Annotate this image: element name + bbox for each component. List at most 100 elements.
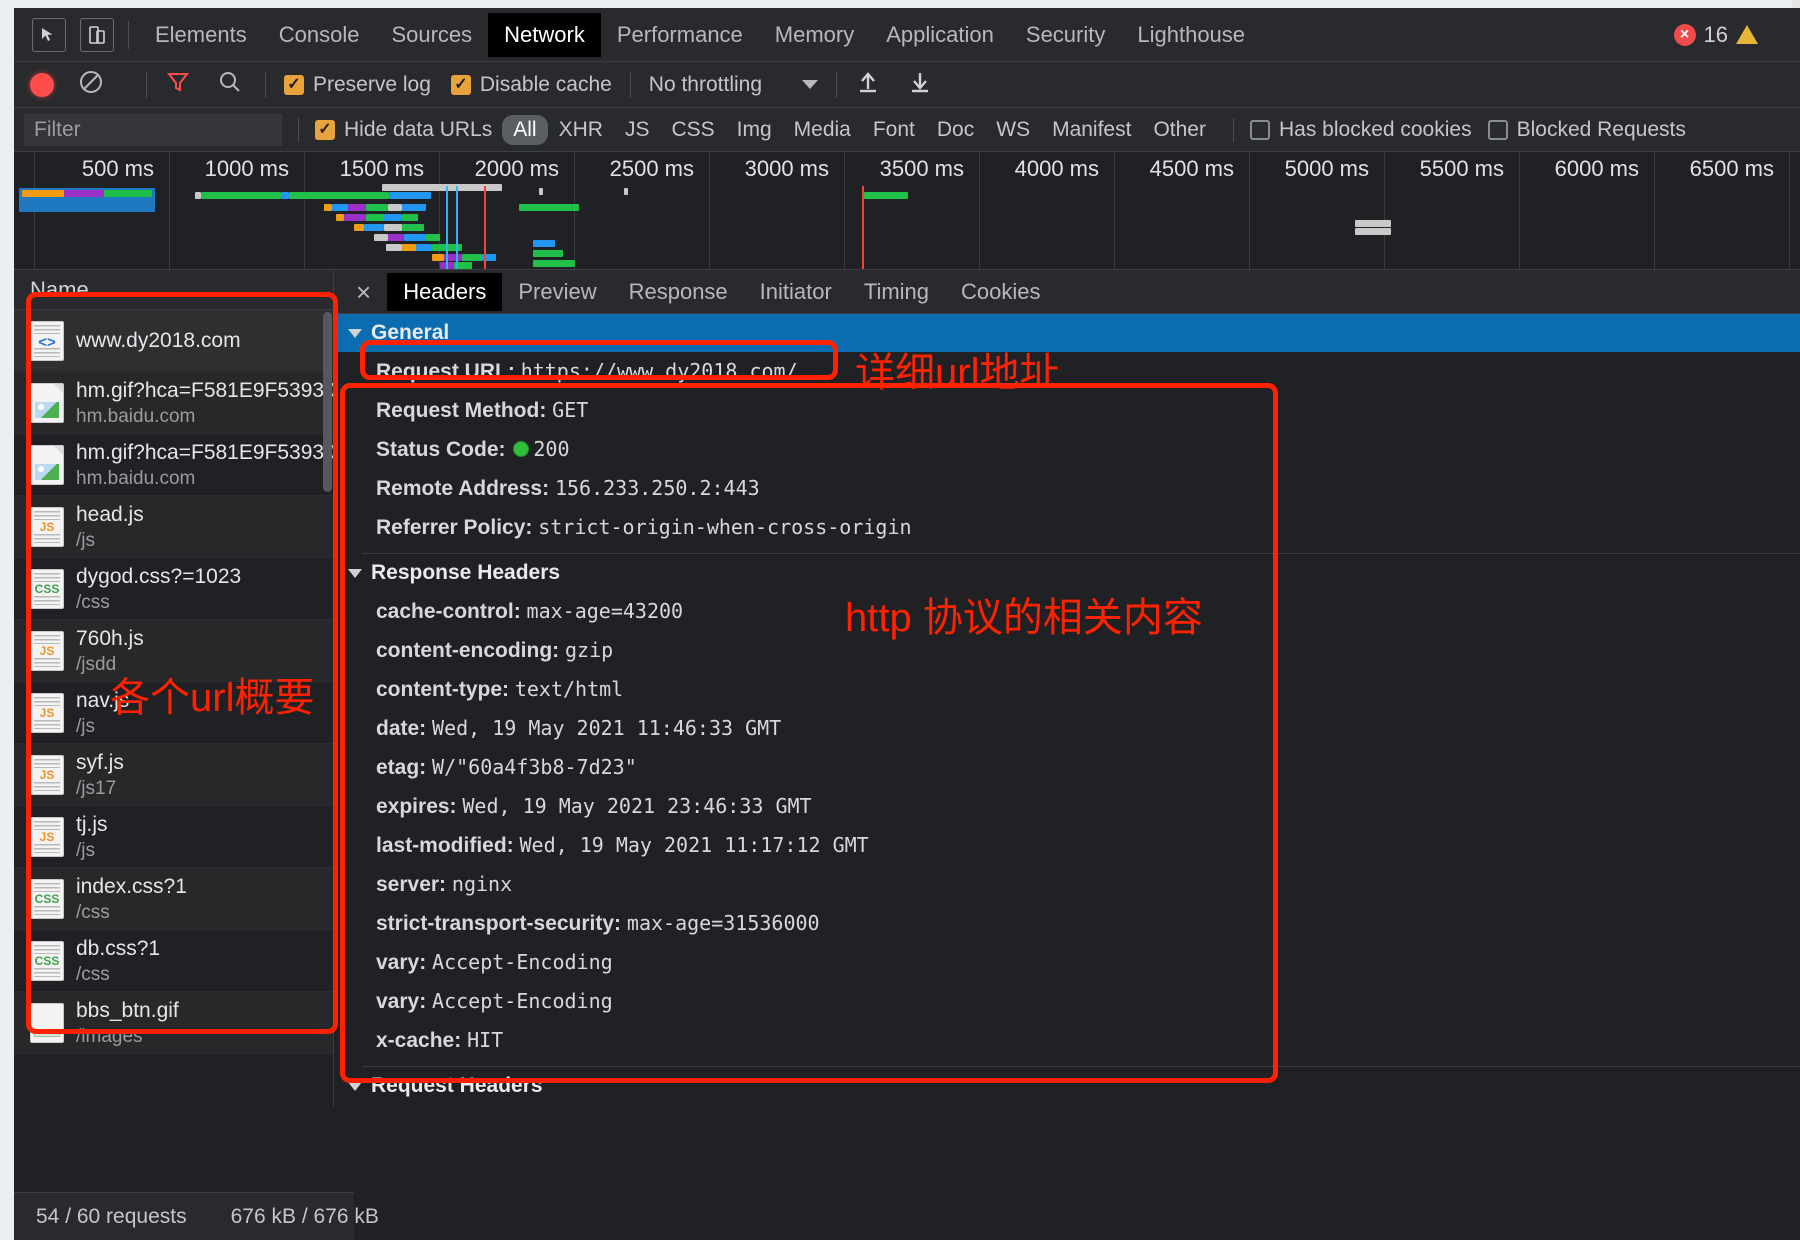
preserve-log-checkbox[interactable]: Preserve log <box>284 73 431 97</box>
tab-timing[interactable]: Timing <box>848 273 945 311</box>
request-path: /js <box>76 714 129 739</box>
column-header-name[interactable]: Name <box>14 270 333 310</box>
search-icon[interactable] <box>217 69 243 100</box>
css-icon: CSS <box>30 569 64 609</box>
section-response-headers[interactable]: Response Headers <box>334 554 1800 592</box>
type-filter-media[interactable]: Media <box>783 115 862 145</box>
type-filter-css[interactable]: CSS <box>660 115 725 145</box>
tab-cookies[interactable]: Cookies <box>945 273 1056 311</box>
request-path: hm.baidu.com <box>76 404 333 429</box>
tab-network[interactable]: Network <box>488 13 601 57</box>
request-name: index.css?1 <box>76 873 187 900</box>
request-name: syf.js <box>76 749 124 776</box>
tab-application[interactable]: Application <box>870 13 1010 57</box>
overview-tick-4: 2500 ms <box>610 156 704 182</box>
filter-icon[interactable] <box>165 69 191 100</box>
type-filter-ws[interactable]: WS <box>985 115 1041 145</box>
tab-sources[interactable]: Sources <box>375 13 488 57</box>
general-status-code: Status Code: 200 <box>334 430 1800 469</box>
tab-lighthouse[interactable]: Lighthouse <box>1121 13 1261 57</box>
import-har-icon[interactable] <box>855 69 881 100</box>
filter-input[interactable] <box>24 114 282 146</box>
header-row: strict-transport-security: max-age=31536… <box>334 904 1800 943</box>
table-row[interactable]: CSS dygod.css?=1023 /css <box>14 558 333 620</box>
filter-divider-2 <box>1233 118 1234 142</box>
request-path: /images <box>76 1024 179 1049</box>
image-icon <box>30 445 64 485</box>
checkbox-unchecked-icon <box>1250 120 1270 140</box>
type-filter-img[interactable]: Img <box>726 115 783 145</box>
overview-tick-0: 500 ms <box>82 156 164 182</box>
table-row[interactable]: CSS db.css?1 /css <box>14 930 333 992</box>
disable-cache-checkbox[interactable]: Disable cache <box>451 73 612 97</box>
table-row[interactable]: JS 760h.js /jsdd <box>14 620 333 682</box>
tab-console[interactable]: Console <box>263 13 376 57</box>
type-filter-all[interactable]: All <box>502 115 547 145</box>
type-filter-js[interactable]: JS <box>614 115 661 145</box>
devtools-root: Elements Console Sources Network Perform… <box>14 8 1800 1240</box>
type-filter-doc[interactable]: Doc <box>926 115 985 145</box>
request-name: bbs_btn.gif <box>76 997 179 1024</box>
overview-tick-11: 6000 ms <box>1555 156 1649 182</box>
type-filter-font[interactable]: Font <box>862 115 926 145</box>
table-row[interactable]: <> www.dy2018.com <box>14 310 333 372</box>
table-row[interactable]: hm.gif?hca=F581E9F53930. hm.baidu.com <box>14 434 333 496</box>
request-list-scrollbar[interactable] <box>323 312 332 492</box>
table-row[interactable]: hm.gif?hca=F581E9F53930. hm.baidu.com <box>14 372 333 434</box>
section-general[interactable]: General <box>334 314 1800 352</box>
network-main: Name <> www.dy2018.com hm.gif?hca=F581E9… <box>14 270 1800 1106</box>
status-ok-icon <box>513 441 529 457</box>
request-path: /css <box>76 590 241 615</box>
tab-initiator[interactable]: Initiator <box>744 273 848 311</box>
triangle-down-icon <box>348 1082 362 1091</box>
header-row: etag: W/"60a4f3b8-7d23" <box>334 748 1800 787</box>
window-left-edge <box>0 0 14 1240</box>
error-icon: × <box>1674 24 1696 46</box>
hide-data-urls-checkbox[interactable]: Hide data URLs <box>315 118 492 142</box>
header-row: content-type: text/html <box>334 670 1800 709</box>
table-row[interactable]: bbs_btn.gif /images <box>14 992 333 1054</box>
doc-icon: <> <box>30 321 64 361</box>
close-icon[interactable]: × <box>340 279 387 305</box>
table-row[interactable]: JS syf.js /js17 <box>14 744 333 806</box>
type-filter-manifest[interactable]: Manifest <box>1041 115 1142 145</box>
table-row[interactable]: CSS index.css?1 /css <box>14 868 333 930</box>
table-row[interactable]: JS nav.js /js <box>14 682 333 744</box>
device-toolbar-icon[interactable] <box>80 18 114 52</box>
request-path: /jsdd <box>76 652 144 677</box>
tab-preview[interactable]: Preview <box>502 273 612 311</box>
css-icon: CSS <box>30 879 64 919</box>
general-referrer-policy: Referrer Policy: strict-origin-when-cros… <box>334 508 1800 547</box>
overview-tick-5: 3000 ms <box>745 156 839 182</box>
tab-memory[interactable]: Memory <box>759 13 870 57</box>
details-tabs: × Headers Preview Response Initiator Tim… <box>334 270 1800 314</box>
request-list-panel: Name <> www.dy2018.com hm.gif?hca=F581E9… <box>14 270 334 1106</box>
window-top-edge <box>0 0 1800 8</box>
issues-badge[interactable]: × 16 <box>1674 22 1758 48</box>
section-request-headers[interactable]: Request Headers <box>334 1067 1800 1105</box>
network-overview[interactable]: 500 ms 1000 ms 1500 ms 2000 ms 2500 ms 3… <box>14 152 1800 270</box>
export-har-icon[interactable] <box>907 69 933 100</box>
record-button[interactable] <box>30 73 54 97</box>
clear-icon[interactable] <box>78 69 104 100</box>
inspect-element-icon[interactable] <box>32 18 66 52</box>
throttling-select[interactable]: No throttling <box>649 73 818 97</box>
tab-response[interactable]: Response <box>613 273 744 311</box>
tab-headers[interactable]: Headers <box>387 273 502 311</box>
table-row[interactable]: JS tj.js /js <box>14 806 333 868</box>
tab-security[interactable]: Security <box>1010 13 1121 57</box>
blocked-requests-checkbox[interactable]: Blocked Requests <box>1488 118 1686 142</box>
headers-content: General Request URL: https://www.dy2018.… <box>334 314 1800 1106</box>
request-path: /css <box>76 900 187 925</box>
type-filter-other[interactable]: Other <box>1142 115 1217 145</box>
header-row: expires: Wed, 19 May 2021 23:46:33 GMT <box>334 787 1800 826</box>
gif-icon <box>30 1003 64 1043</box>
preserve-log-label: Preserve log <box>313 73 431 97</box>
tab-elements[interactable]: Elements <box>139 13 263 57</box>
header-row: server: nginx <box>334 865 1800 904</box>
table-row[interactable]: JS head.js /js <box>14 496 333 558</box>
request-name: 760h.js <box>76 625 144 652</box>
tab-performance[interactable]: Performance <box>601 13 759 57</box>
has-blocked-cookies-checkbox[interactable]: Has blocked cookies <box>1250 118 1472 142</box>
type-filter-xhr[interactable]: XHR <box>548 115 614 145</box>
